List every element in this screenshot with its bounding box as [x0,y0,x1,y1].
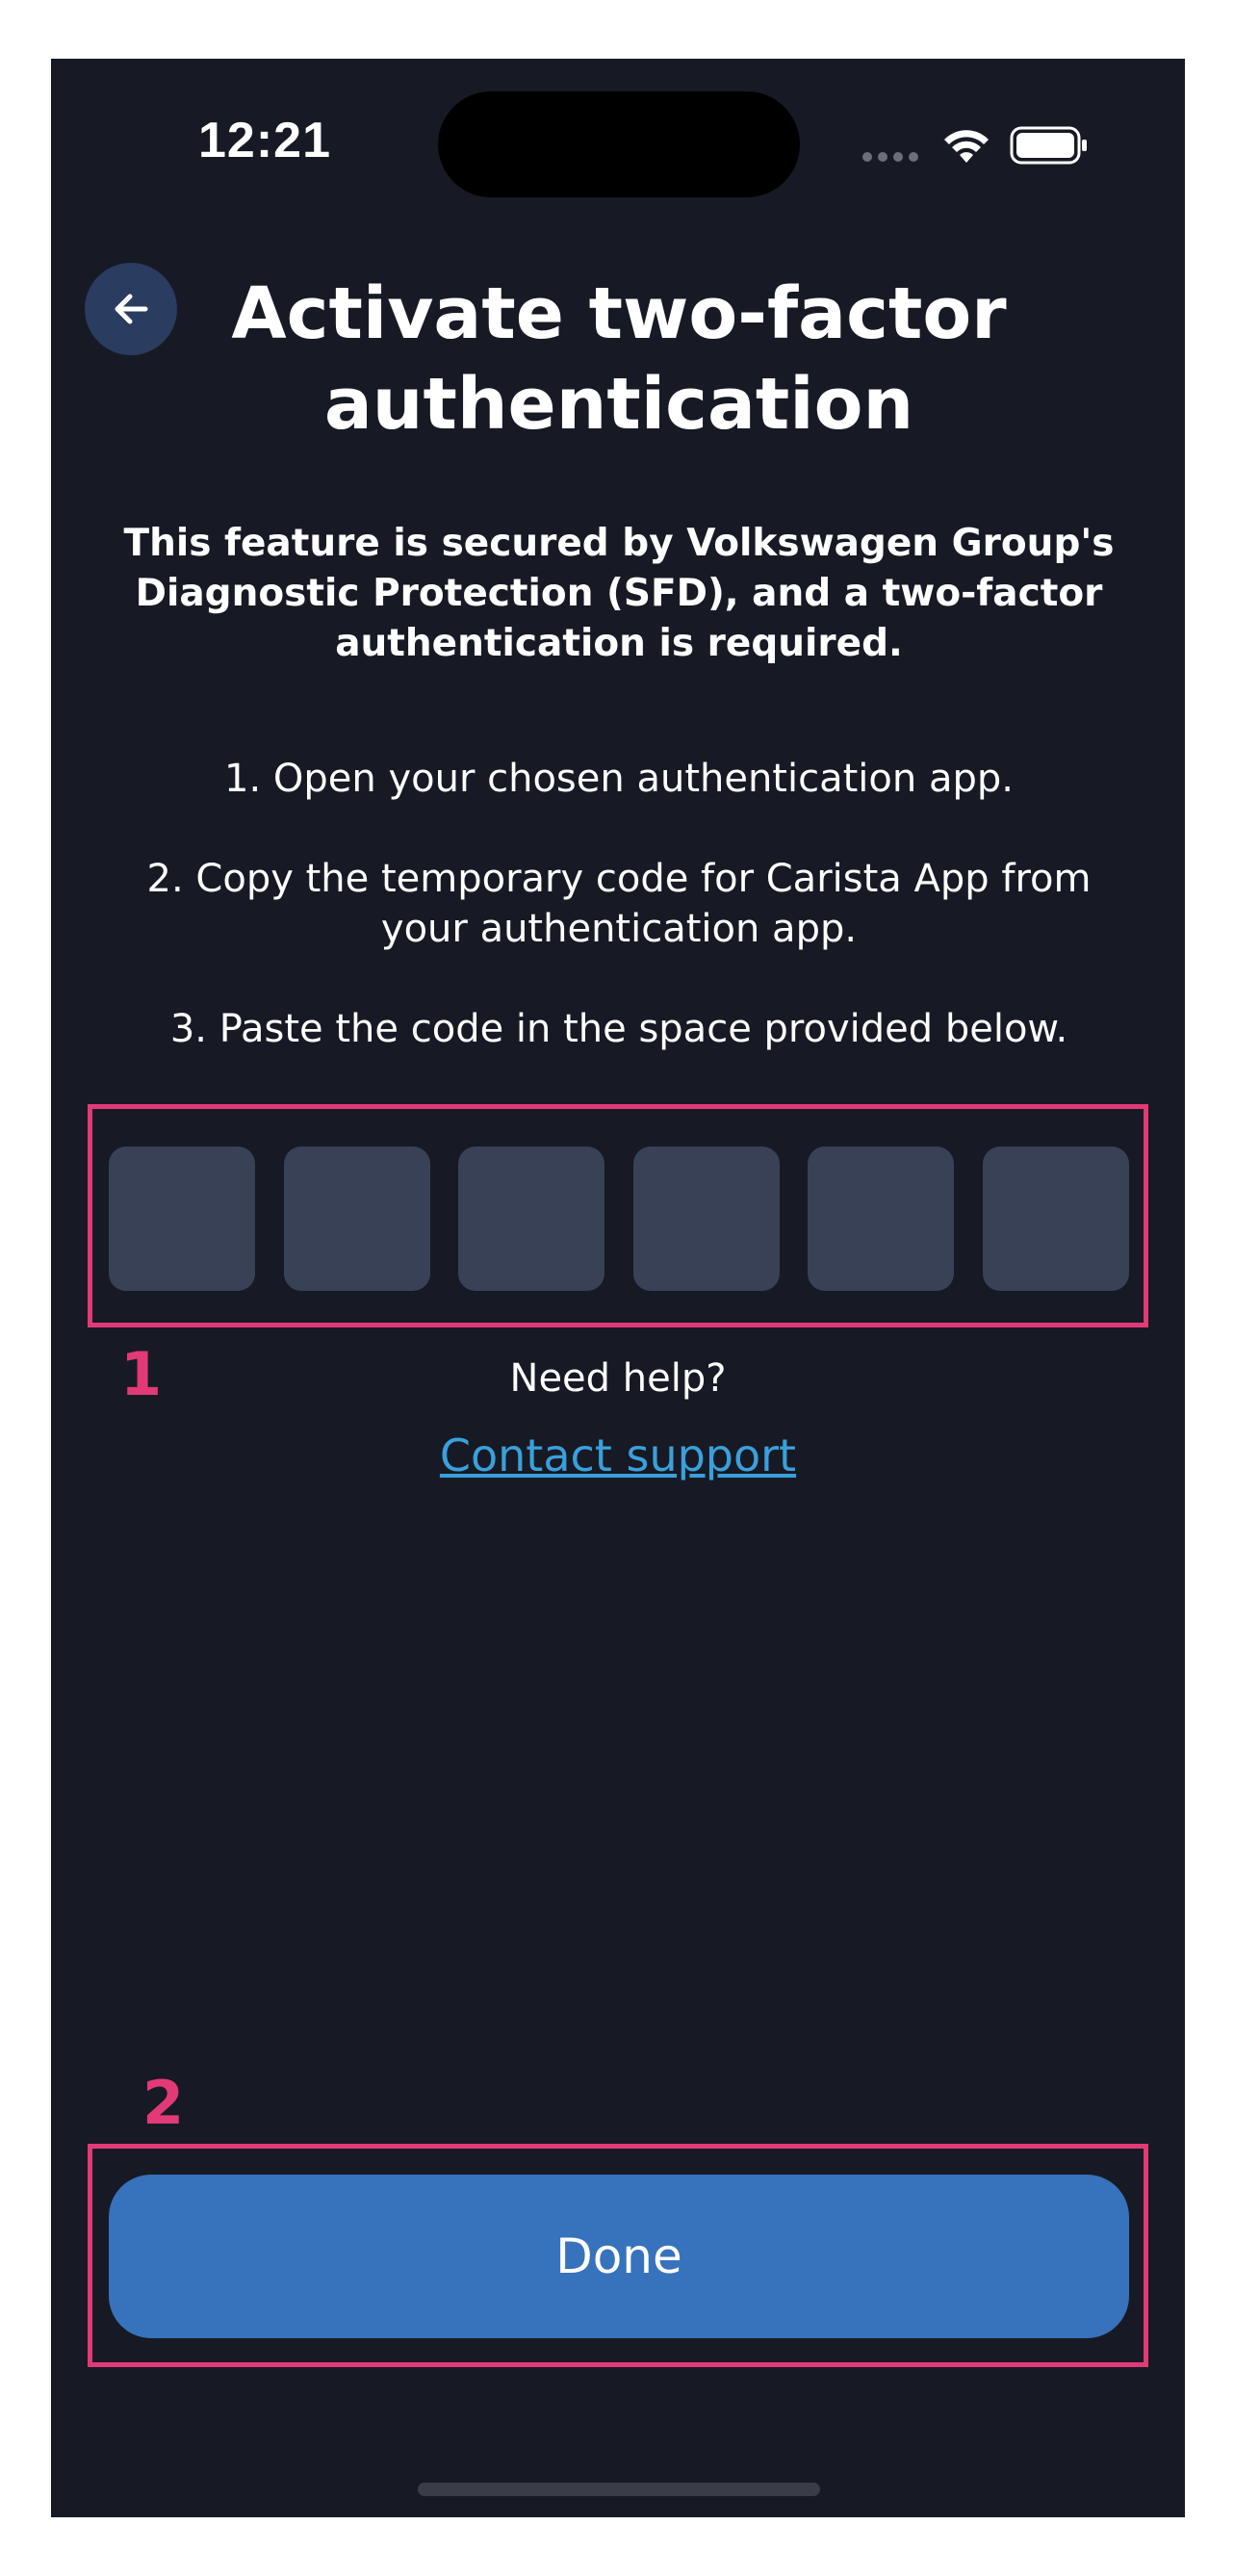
step-3: 3. Paste the code in the space provided … [169,1007,1068,1051]
code-digit-input-5[interactable] [808,1146,955,1291]
back-button[interactable] [85,263,177,355]
dynamic-island [438,91,800,197]
contact-support-link[interactable]: Contact support [51,1430,1185,1481]
instruction-steps: 1. Open your chosen authentication app. … [109,754,1129,1054]
cellular-signal-icon [862,152,922,164]
phone-screen: 12:21 Activate two-factor authentication… [51,59,1185,2517]
page-title: Activate two-factor authentication [231,272,1007,446]
wifi-icon [944,130,989,163]
step-2: 2. Copy the temporary code for Carista A… [146,857,1092,951]
code-digit-input-3[interactable] [458,1146,605,1291]
status-time: 12:21 [198,113,331,168]
code-input-group [109,1146,1129,1291]
code-digit-input-6[interactable] [982,1146,1129,1291]
step-1: 1. Open your chosen authentication app. [224,757,1014,801]
arrow-left-icon [115,294,148,324]
security-note: This feature is secured by Volkswagen Gr… [123,522,1115,665]
help-text: Need help? [509,1356,727,1401]
code-digit-input-1[interactable] [109,1146,255,1291]
code-digit-input-2[interactable] [283,1146,430,1291]
done-button[interactable]: Done [109,2175,1129,2338]
battery-icon [1010,126,1087,165]
annotation-marker-2: 2 [142,2068,185,2138]
home-indicator [418,2483,820,2496]
code-digit-input-4[interactable] [632,1146,780,1291]
